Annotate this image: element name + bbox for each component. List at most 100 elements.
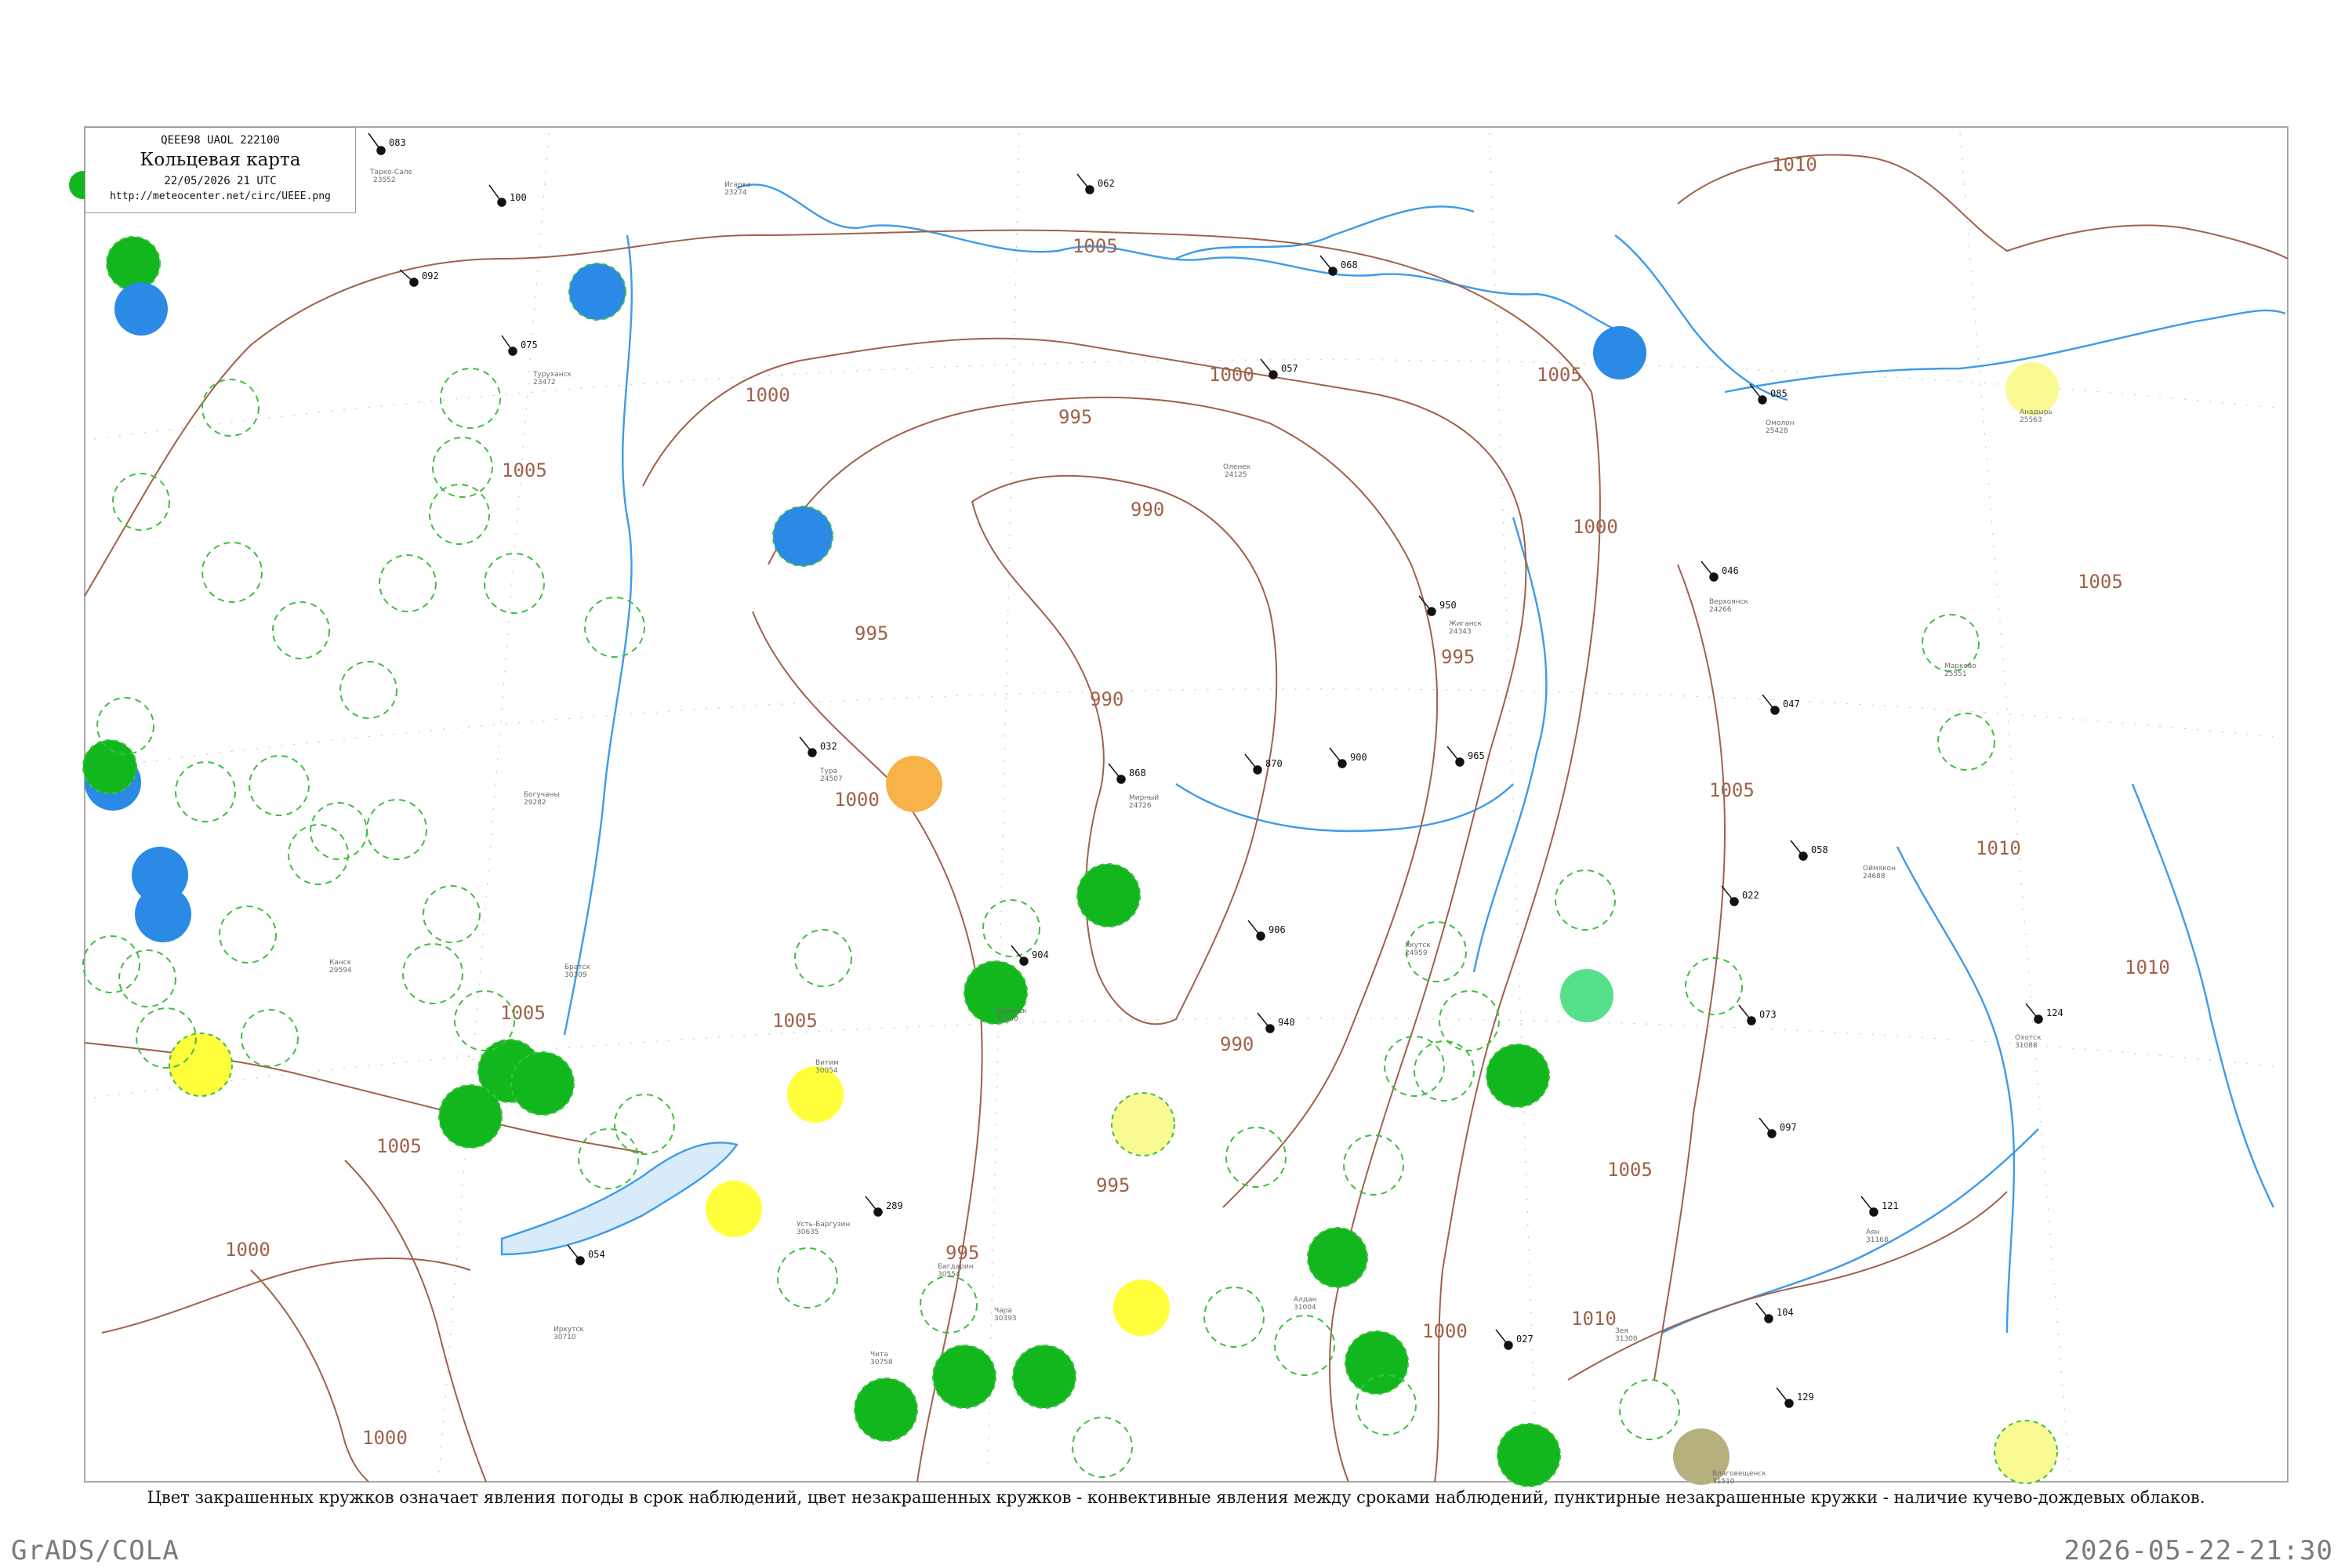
cb-circle [288, 824, 349, 885]
cb-circle [1225, 1127, 1287, 1188]
station-id: 31088 [2015, 1042, 2038, 1050]
station-name: Алдан [1294, 1296, 1317, 1304]
svg-text:100: 100 [510, 192, 527, 203]
svg-text:032: 032 [820, 741, 837, 752]
station-name: Иркутск [554, 1326, 584, 1334]
cb-circle [423, 885, 481, 943]
weather-circle-green [1307, 1227, 1368, 1288]
map-frame [84, 126, 2288, 1483]
station-id: 30554 [938, 1271, 960, 1279]
isobar-label: 1010 [2125, 956, 2170, 978]
isobar-label: 1000 [834, 789, 880, 811]
cb-circle [112, 473, 170, 531]
station-id: 29594 [329, 967, 352, 975]
map-title: Кольцевая карта [140, 150, 301, 170]
station-plot: 906 [1247, 920, 1286, 941]
lena-delta [1614, 234, 1788, 401]
station-id: 24125 [1225, 471, 1247, 479]
map-datetime: 22/05/2026 21 UTC [164, 175, 277, 187]
isobar-label: 995 [855, 622, 888, 644]
weather-circle-blue [568, 263, 626, 321]
station-id: 30710 [554, 1334, 576, 1341]
weather-circle-green [438, 1084, 503, 1149]
isobar-label: 995 [946, 1242, 979, 1264]
cb-circle [201, 379, 260, 437]
cb-circle [1619, 1379, 1680, 1440]
weather-circle-yellow [706, 1181, 762, 1237]
weather-circle-lightyellow [1111, 1092, 1175, 1156]
svg-text:906: 906 [1269, 924, 1286, 935]
weather-circle-green [1497, 1423, 1561, 1487]
station-plot: 100 [488, 184, 527, 207]
cb-circle [1274, 1315, 1335, 1376]
svg-text:904: 904 [1032, 949, 1049, 960]
svg-text:057: 057 [1281, 363, 1298, 374]
isobar-label: 995 [1096, 1174, 1130, 1196]
cb-circle [794, 929, 852, 987]
cb-circle [1555, 869, 1616, 931]
station-name: Аян [1866, 1229, 1880, 1236]
isobar-label: 1005 [2078, 571, 2123, 593]
weather-circle-blue [772, 506, 833, 567]
isobar-label: 995 [1441, 646, 1475, 668]
east-coast [1724, 309, 2286, 394]
station-plot: 900 [1329, 747, 1367, 768]
cb-circle [1343, 1134, 1404, 1196]
station-name: Богучаны [524, 791, 560, 799]
isobar-label: 990 [1220, 1033, 1254, 1055]
cb-circle [402, 943, 463, 1004]
station-id: 31004 [1294, 1304, 1316, 1312]
station-name: Тура [819, 768, 837, 775]
isobar-label: 1005 [1073, 235, 1118, 257]
map-url[interactable]: http://meteocenter.net/circ/UEEE.png [85, 191, 355, 202]
cb-circle [584, 597, 645, 658]
svg-text:965: 965 [1468, 750, 1485, 761]
isobar-label: 1005 [500, 1002, 546, 1024]
station-id: 31300 [1615, 1335, 1638, 1343]
cb-circle [1072, 1417, 1133, 1478]
svg-text:868: 868 [1129, 768, 1146, 779]
weather-circle-lightyellow [2005, 362, 2059, 416]
hydrography [500, 183, 2286, 1334]
isobar-label: 1000 [1209, 364, 1254, 386]
svg-text:083: 083 [389, 137, 406, 148]
station-name: Туруханск [532, 371, 572, 379]
cb-circle [82, 935, 140, 993]
isobar-1000-bottom [250, 1269, 369, 1483]
station-id: 24688 [1863, 873, 1886, 880]
station-id: 25563 [2020, 416, 2042, 424]
station-name: Мирный [1129, 794, 1159, 802]
arctic-coast [736, 183, 1639, 339]
station-name: Витим [815, 1059, 839, 1067]
svg-text:073: 073 [1759, 1009, 1777, 1020]
cb-circle [429, 484, 490, 545]
station-id: 24959 [1405, 949, 1428, 957]
station-id: 25551 [1944, 670, 1967, 678]
weather-circle-green [510, 1051, 575, 1116]
yenisei-river [563, 234, 633, 1036]
station-plot: 121 [1860, 1196, 1899, 1217]
cb-circle [310, 802, 368, 860]
weather-circle-orange [886, 756, 942, 812]
station-name: Якутск [1405, 942, 1431, 949]
isobar-1005-outer [84, 229, 1601, 1483]
isobar-label: 1000 [1422, 1320, 1468, 1342]
station-plot: 073 [1738, 1004, 1777, 1025]
station-id: 31510 [1712, 1478, 1735, 1486]
bulletin-codes: QEEE98 UAOL 222100 [161, 134, 280, 147]
station-plot: 965 [1446, 746, 1485, 767]
weather-circle-blue [1593, 326, 1646, 379]
station-circles [69, 171, 2059, 1487]
isobar-label: 1005 [376, 1135, 422, 1157]
cb-circle [379, 554, 437, 612]
station-plot: 940 [1257, 1012, 1295, 1033]
isobar-1000-left [101, 1258, 471, 1334]
station-plot: 092 [399, 269, 439, 287]
isobar-label: 1000 [225, 1239, 270, 1261]
station-name: Оленек [1223, 463, 1251, 471]
station-id: 24507 [820, 775, 843, 783]
weather-circle-green [1486, 1044, 1550, 1108]
station-id: 24726 [1129, 802, 1152, 810]
station-id: 23274 [724, 189, 747, 197]
cb-circle [1937, 713, 1995, 771]
